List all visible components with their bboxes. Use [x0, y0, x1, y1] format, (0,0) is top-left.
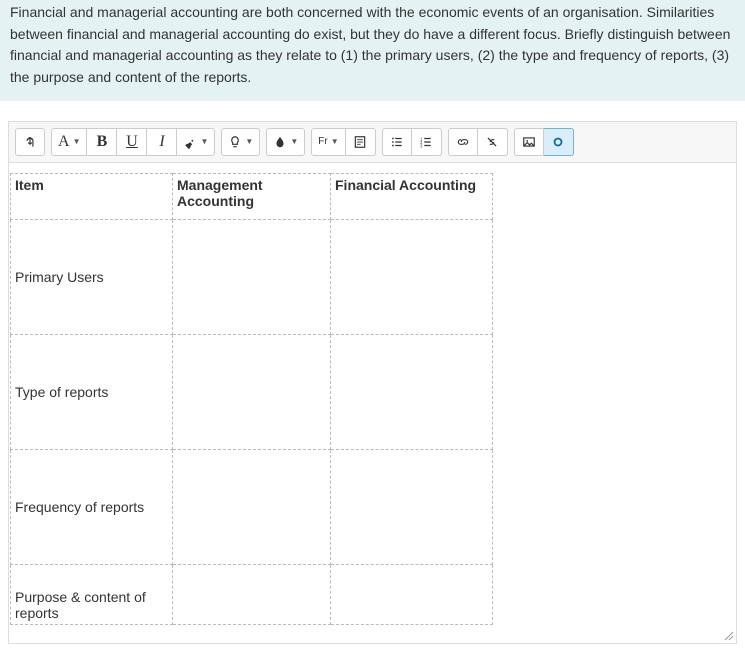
- unlink-icon: [485, 135, 499, 149]
- underline-button[interactable]: U: [117, 128, 147, 156]
- cell-fin[interactable]: [331, 219, 493, 334]
- chevron-down-icon: ▼: [245, 137, 253, 146]
- font-style-dropdown[interactable]: A ▼: [51, 128, 87, 156]
- chevron-down-icon: ▼: [331, 137, 339, 146]
- row-label[interactable]: Frequency of reports: [11, 449, 173, 564]
- table-row: Frequency of reports: [11, 449, 493, 564]
- cell-mgmt[interactable]: [173, 334, 331, 449]
- ordered-list-button[interactable]: 123: [412, 128, 442, 156]
- header-fin[interactable]: Financial Accounting: [331, 173, 493, 219]
- font-family-dropdown[interactable]: Fr ▼: [311, 128, 345, 156]
- image-icon: [522, 135, 536, 149]
- answer-table[interactable]: Item Management Accounting Financial Acc…: [10, 173, 493, 625]
- chevron-down-icon: ▼: [200, 137, 208, 146]
- svg-text:3: 3: [420, 143, 423, 148]
- header-mgmt[interactable]: Management Accounting: [173, 173, 331, 219]
- toggle-toolbar-button[interactable]: [15, 128, 45, 156]
- record-icon: [551, 135, 565, 149]
- question-prompt: Financial and managerial accounting are …: [0, 0, 745, 101]
- record-button[interactable]: [544, 128, 574, 156]
- editor-toolbar: A ▼ B U I ▼ ▼: [9, 122, 736, 163]
- image-button[interactable]: [514, 128, 544, 156]
- link-button[interactable]: [448, 128, 478, 156]
- table-row: Type of reports: [11, 334, 493, 449]
- insert-special-button[interactable]: [346, 128, 376, 156]
- numbered-list-icon: 123: [419, 135, 433, 149]
- page-icon: [353, 135, 367, 149]
- unlink-button[interactable]: [478, 128, 508, 156]
- cell-fin[interactable]: [331, 334, 493, 449]
- brush-icon: [183, 135, 197, 149]
- clear-formatting-dropdown[interactable]: ▼: [177, 128, 215, 156]
- text-color-dropdown[interactable]: ▼: [266, 128, 305, 156]
- table-row: Primary Users: [11, 219, 493, 334]
- resize-handle[interactable]: [722, 629, 734, 641]
- cell-mgmt[interactable]: [173, 219, 331, 334]
- lightbulb-icon: [228, 135, 242, 149]
- row-label[interactable]: Purpose & content of reports: [11, 564, 173, 624]
- chevron-down-icon: ▼: [290, 137, 298, 146]
- cell-fin[interactable]: [331, 564, 493, 624]
- cell-mgmt[interactable]: [173, 449, 331, 564]
- font-style-label: A: [58, 133, 70, 151]
- drop-icon: [273, 135, 287, 149]
- table-header-row: Item Management Accounting Financial Acc…: [11, 173, 493, 219]
- highlight-dropdown[interactable]: ▼: [221, 128, 260, 156]
- bold-button[interactable]: B: [87, 128, 117, 156]
- bullet-list-icon: [390, 135, 404, 149]
- link-icon: [456, 135, 470, 149]
- editor-content-area[interactable]: Item Management Accounting Financial Acc…: [9, 163, 736, 643]
- row-label[interactable]: Type of reports: [11, 334, 173, 449]
- chevron-down-icon: ▼: [73, 137, 81, 146]
- cell-mgmt[interactable]: [173, 564, 331, 624]
- unordered-list-button[interactable]: [382, 128, 412, 156]
- italic-button[interactable]: I: [147, 128, 177, 156]
- header-item[interactable]: Item: [11, 173, 173, 219]
- cell-fin[interactable]: [331, 449, 493, 564]
- row-label[interactable]: Primary Users: [11, 219, 173, 334]
- table-row: Purpose & content of reports: [11, 564, 493, 624]
- rich-text-editor: A ▼ B U I ▼ ▼: [8, 121, 737, 644]
